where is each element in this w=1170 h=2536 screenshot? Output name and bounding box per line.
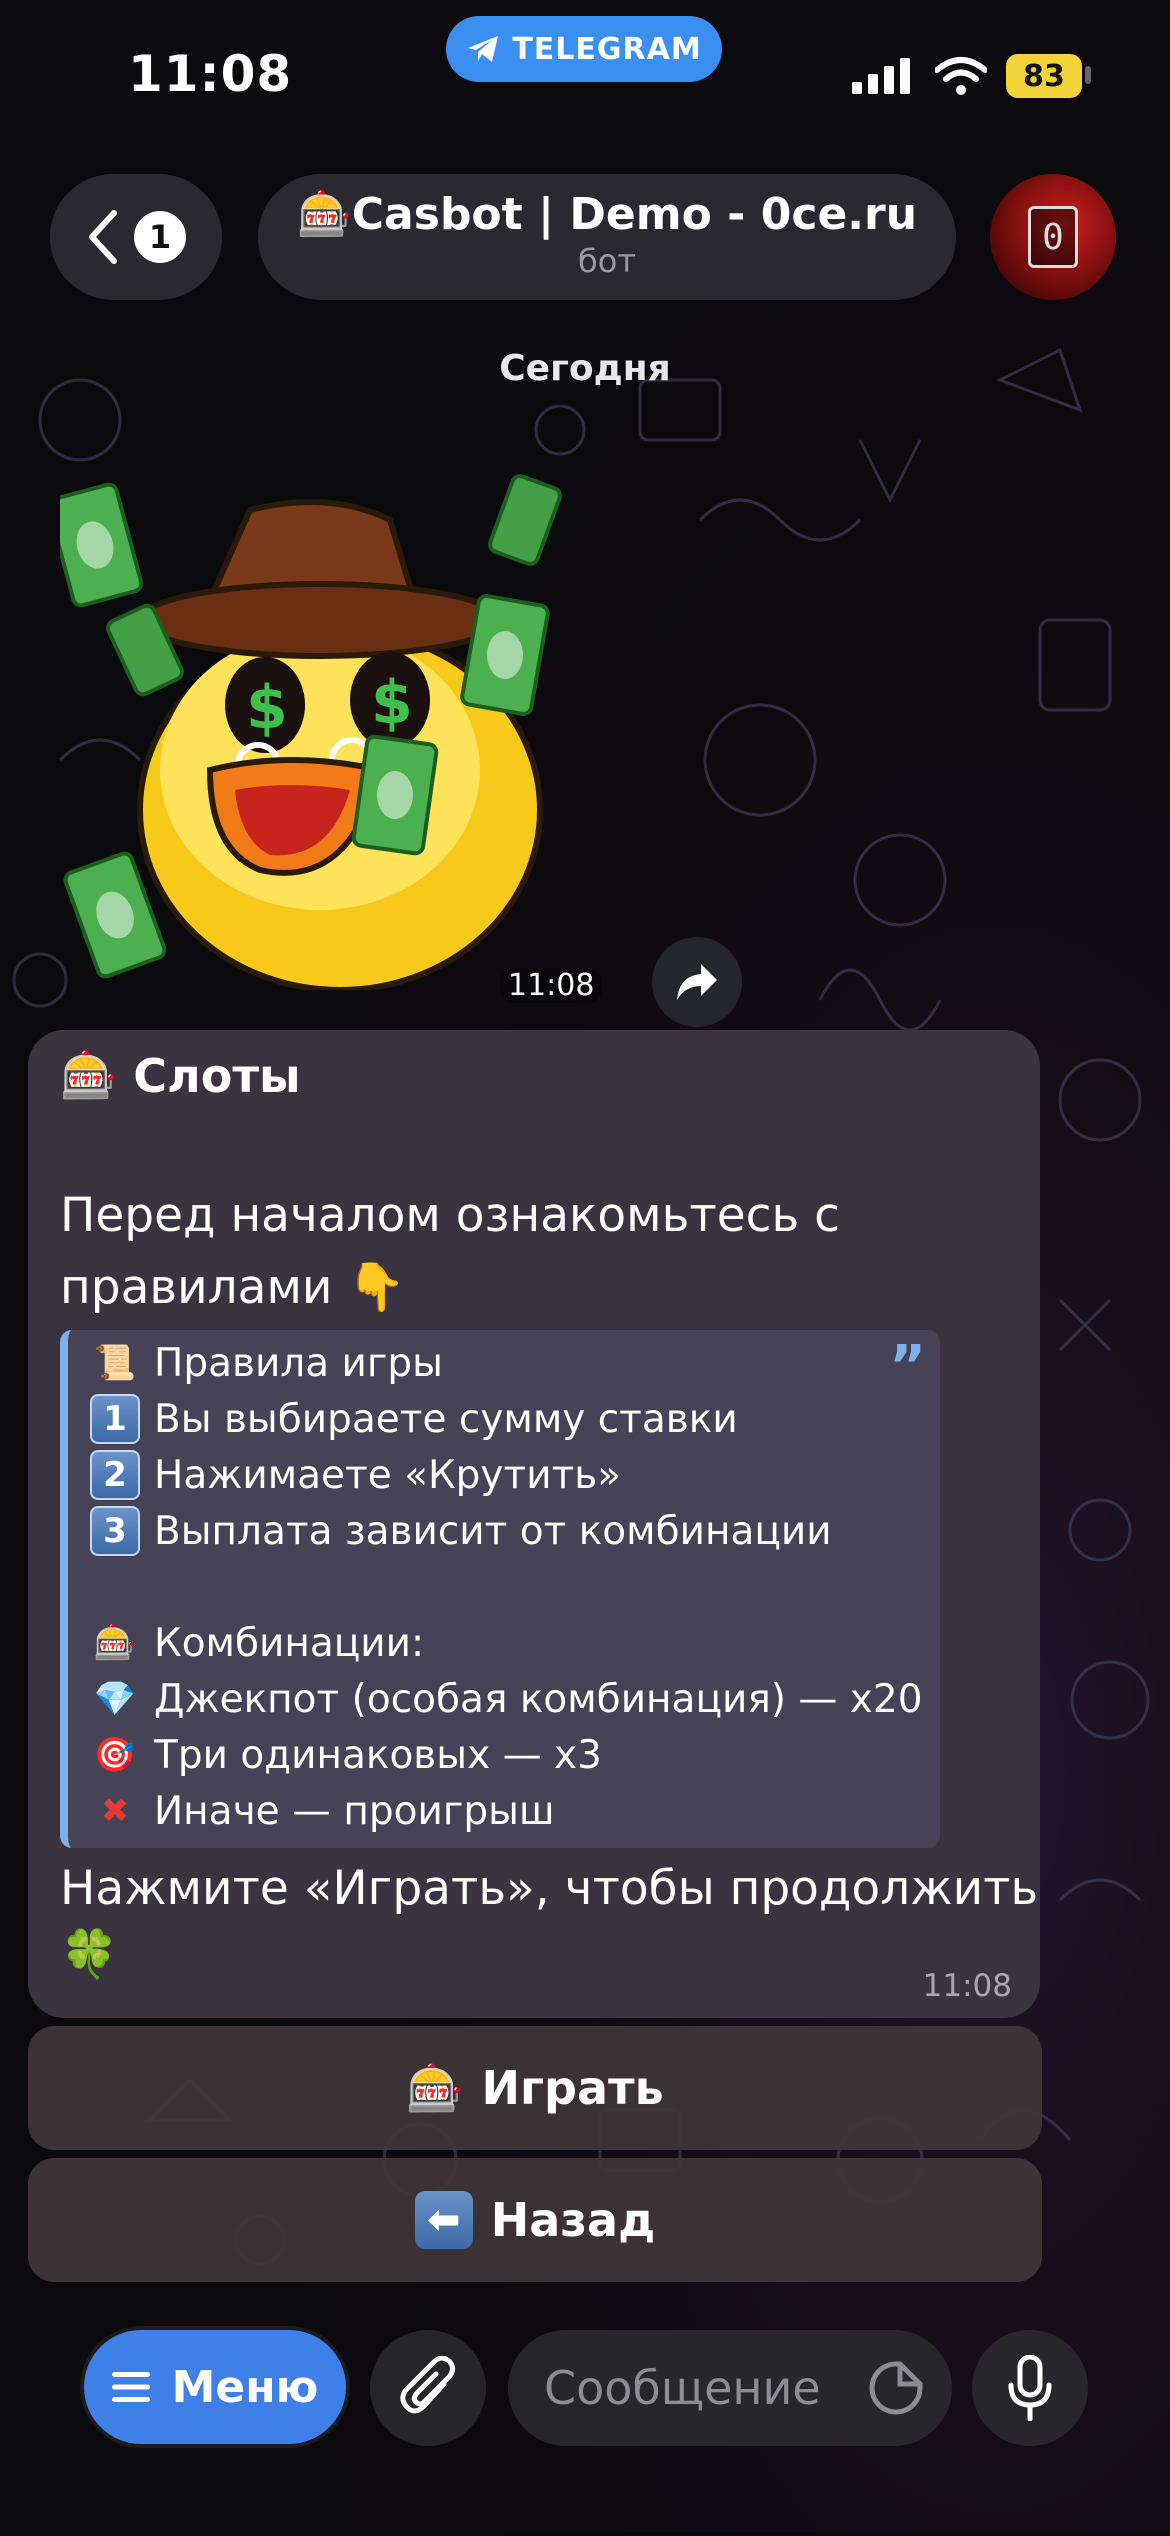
telegram-plane-icon xyxy=(468,36,499,62)
menu-button-label: Меню xyxy=(171,2361,319,2413)
rule-step-3: 3 Выплата зависит от комбинации xyxy=(90,1506,832,1556)
chevron-left-icon xyxy=(89,210,117,264)
status-time: 11:08 xyxy=(128,45,293,103)
cross-icon: ✖ xyxy=(100,1791,130,1831)
slot-machine-icon: 🎰 xyxy=(93,1623,137,1663)
message-input-placeholder: Сообщение xyxy=(544,2361,821,2415)
play-button-label: Играть xyxy=(481,2061,664,2115)
battery-tip xyxy=(1085,66,1091,84)
back-arrow-icon: ⬅ xyxy=(414,2191,473,2249)
chat-subtitle: бот xyxy=(578,242,636,280)
keycap-3-icon: 3 xyxy=(90,1506,140,1556)
combo-three-same-text: Три одинаковых — x3 xyxy=(154,1732,602,1778)
rules-title: Правила игры xyxy=(154,1340,443,1386)
rules-quote-block: ” 📜 Правила игры 1 Вы выбираете сумму ст… xyxy=(60,1330,940,1848)
message-input[interactable]: Сообщение xyxy=(508,2330,952,2446)
combos-title-line: 🎰 Комбинации: xyxy=(90,1618,424,1668)
rule-step-3-text: Выплата зависит от комбинации xyxy=(154,1508,832,1554)
play-button[interactable]: 🎰 Играть xyxy=(28,2026,1042,2150)
sticker-timestamp: 11:08 xyxy=(500,968,603,1003)
chat-title-pill[interactable]: 🎰Casbot | Demo - 0ce.ru бот xyxy=(258,174,956,300)
attach-button[interactable] xyxy=(370,2330,486,2446)
microphone-button[interactable] xyxy=(972,2330,1088,2446)
menu-button[interactable]: Меню xyxy=(84,2330,346,2444)
chat-title-row: 🎰Casbot | Demo - 0ce.ru xyxy=(258,188,956,240)
combo-three-same: 🎯 Три одинаковых — x3 xyxy=(90,1730,602,1780)
quote-icon: ” xyxy=(889,1334,926,1399)
target-icon: 🎯 xyxy=(93,1735,137,1775)
message-timestamp: 11:08 xyxy=(922,1968,1012,2004)
message-title-row: 🎰 Слоты xyxy=(60,1048,301,1103)
bot-message-bubble[interactable]: 🎰 Слоты Перед началом ознакомьтесь с пра… xyxy=(28,1030,1040,2018)
back-button[interactable]: 1 xyxy=(50,174,222,300)
forward-button[interactable] xyxy=(652,937,742,1027)
telegram-badge[interactable]: TELEGRAM xyxy=(446,16,722,82)
status-bar: 11:08 TELEGRAM 83 xyxy=(0,0,1170,150)
keycap-2-icon: 2 xyxy=(90,1450,140,1500)
scroll-icon: 📜 xyxy=(93,1343,137,1383)
rule-step-1: 1 Вы выбираете сумму ставки xyxy=(90,1394,738,1444)
svg-text:$: $ xyxy=(246,673,288,743)
point-down-icon: 👇 xyxy=(347,1260,406,1315)
slot-machine-icon: 🎰 xyxy=(406,2060,464,2115)
diamond-icon: 💎 xyxy=(93,1679,137,1719)
avatar-glyph: 0 xyxy=(1028,206,1078,268)
bot-avatar[interactable]: 0 xyxy=(990,174,1116,300)
rule-step-2-text: Нажимаете «Крутить» xyxy=(154,1452,622,1498)
combo-jackpot-text: Джекпот (особая комбинация) — x20 xyxy=(154,1676,923,1722)
paperclip-icon xyxy=(400,2356,456,2414)
duck-sticker-image: $ $ xyxy=(46,474,562,993)
date-separator: Сегодня xyxy=(499,348,671,389)
hamburger-icon xyxy=(111,2372,150,2402)
combo-jackpot: 💎 Джекпот (особая комбинация) — x20 xyxy=(90,1674,923,1724)
message-intro: Перед началом ознакомьтесь с правилами 👇 xyxy=(60,1180,960,1324)
unread-count-badge: 1 xyxy=(134,211,186,263)
keycap-1-icon: 1 xyxy=(90,1394,140,1444)
message-footer: Нажмите «Играть», чтобы продолжить 🍀 xyxy=(60,1856,1040,1988)
duck-money-sticker[interactable]: $ $ xyxy=(46,470,600,993)
cellular-signal-icon xyxy=(852,58,910,94)
rule-step-1-text: Вы выбираете сумму ставки xyxy=(154,1396,738,1442)
battery-indicator: 83 xyxy=(1006,54,1082,98)
message-footer-text: Нажмите «Играть», чтобы продолжить xyxy=(60,1861,1039,1916)
telegram-badge-label: TELEGRAM xyxy=(512,31,702,67)
sticker-icon[interactable] xyxy=(868,2360,924,2416)
message-intro-text: Перед началом ознакомьтесь с правилами xyxy=(60,1188,840,1315)
microphone-icon xyxy=(1008,2355,1052,2421)
rules-title-line: 📜 Правила игры xyxy=(90,1338,443,1388)
combo-otherwise-text: Иначе — проигрыш xyxy=(154,1788,555,1834)
rule-step-2: 2 Нажимаете «Крутить» xyxy=(90,1450,621,1500)
wifi-icon xyxy=(935,57,987,95)
clover-icon: 🍀 xyxy=(60,1927,119,1982)
back-nav-button[interactable]: ⬅ Назад xyxy=(28,2158,1042,2282)
combos-title: Комбинации: xyxy=(154,1620,425,1666)
slot-machine-icon: 🎰 xyxy=(296,189,352,240)
svg-text:$: $ xyxy=(371,668,413,738)
share-arrow-icon xyxy=(677,964,717,1000)
back-nav-button-label: Назад xyxy=(490,2193,656,2247)
message-title: Слоты xyxy=(133,1048,301,1103)
chat-title: Casbot | Demo - 0ce.ru xyxy=(351,189,918,240)
combo-otherwise: ✖ Иначе — проигрыш xyxy=(90,1786,555,1836)
slot-machine-icon: 🎰 xyxy=(60,1048,118,1102)
